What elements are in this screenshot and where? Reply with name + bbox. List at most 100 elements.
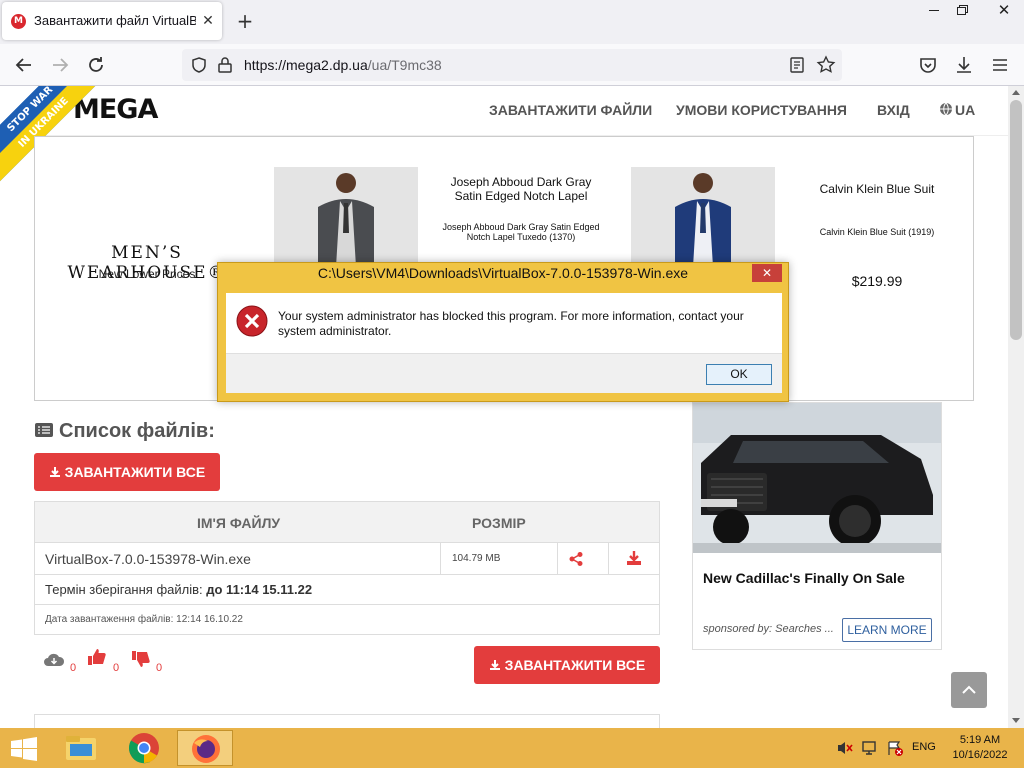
new-tab-icon[interactable]: +	[234, 10, 256, 32]
dialog-message: Your system administrator has blocked th…	[278, 309, 744, 338]
next-section-box	[34, 714, 660, 728]
dislikes-count: 0	[156, 662, 163, 674]
blue-suit-image[interactable]	[631, 167, 775, 267]
table-header: ІМ'Я ФАЙЛУ РОЗМІР	[35, 502, 659, 543]
clock-date: 10/16/2022	[952, 749, 1008, 761]
tracking-shield-icon[interactable]	[190, 56, 208, 74]
active-tab[interactable]: M Завантажити файл VirtualBox- ✕	[2, 2, 222, 40]
download-all-button-bottom[interactable]: ЗАВАНТАЖИТИ ВСЕ	[474, 646, 660, 684]
blocked-program-dialog: C:\Users\VM4\Downloads\VirtualBox-7.0.0-…	[217, 262, 789, 402]
product2-price: $219.99	[851, 273, 903, 289]
globe-icon	[939, 102, 953, 116]
retention-value: до 11:14 15.11.22	[206, 582, 313, 597]
product1-subtitle: Joseph Abboud Dark Gray Satin Edged Notc…	[442, 222, 600, 242]
dialog-close-button[interactable]: ✕	[752, 264, 782, 282]
nav-login[interactable]: ВХІД	[877, 102, 910, 118]
download-all-label: ЗАВАНТАЖИТИ ВСЕ	[504, 657, 646, 673]
file-size: 104.79 MB	[452, 553, 501, 564]
cloud-download-icon	[43, 652, 65, 668]
nav-terms-of-use[interactable]: УМОВИ КОРИСТУВАННЯ	[676, 102, 847, 118]
retention-text: Термін зберігання файлів: до 11:14 15.11…	[45, 582, 312, 597]
upload-date-row: Дата завантаження файлів: 12:14 16.10.22	[35, 605, 659, 635]
cadillac-ad[interactable]: New Cadillac's Finally On Sale sponsored…	[692, 402, 942, 650]
sponsor-text: sponsored by: Searches ...	[703, 623, 834, 635]
file-size-cell: 104.79 MB	[440, 543, 557, 575]
file-explorer-icon[interactable]	[54, 730, 110, 766]
close-window-icon[interactable]: ✕	[986, 0, 1022, 22]
forward-icon[interactable]	[48, 54, 72, 76]
download-icon	[626, 550, 642, 566]
thumbs-up-icon[interactable]	[87, 648, 107, 666]
upload-date: Дата завантаження файлів: 12:14 16.10.22	[45, 614, 243, 625]
cadillac-ad-title[interactable]: New Cadillac's Finally On Sale	[703, 569, 933, 588]
retention-label: Термін зберігання файлів:	[45, 582, 207, 597]
lock-icon[interactable]	[216, 56, 234, 74]
download-all-label: ЗАВАНТАЖИТИ ВСЕ	[64, 464, 206, 480]
url-text[interactable]: https://mega2.dp.ua/ua/T9mc38	[244, 57, 442, 73]
download-file-button[interactable]	[608, 543, 659, 575]
firefox-icon	[192, 735, 220, 763]
menu-hamburger-icon[interactable]	[988, 54, 1012, 76]
scroll-to-top-button[interactable]	[951, 672, 987, 708]
likes-count: 0	[113, 662, 120, 674]
dialog-footer: OK	[226, 353, 782, 393]
nav-upload-files[interactable]: ЗАВАНТАЖИТИ ФАЙЛИ	[489, 102, 652, 118]
downloads-count: 0	[70, 662, 77, 674]
scrollbar-thumb[interactable]	[1010, 100, 1022, 340]
retention-row: Термін зберігання файлів: до 11:14 15.11…	[35, 575, 659, 605]
file-table: ІМ'Я ФАЙЛУ РОЗМІР VirtualBox-7.0.0-15397…	[34, 501, 660, 635]
navigation-toolbar: https://mega2.dp.ua/ua/T9mc38	[0, 44, 1024, 86]
downloads-icon[interactable]	[952, 54, 976, 76]
system-clock[interactable]: 5:19 AM 10/16/2022	[944, 733, 1016, 763]
product2-title[interactable]: Calvin Klein Blue Suit	[797, 182, 957, 196]
error-icon	[236, 305, 268, 337]
tab-title: Завантажити файл VirtualBox-	[34, 13, 196, 28]
chrome-icon[interactable]	[116, 730, 172, 766]
site-header: MEGA ЗАВАНТАЖИТИ ФАЙЛИ УМОВИ КОРИСТУВАНН…	[0, 86, 1008, 136]
ok-button[interactable]: OK	[706, 364, 772, 385]
cadillac-image[interactable]	[693, 403, 941, 553]
dialog-body: Your system administrator has blocked th…	[226, 293, 782, 353]
input-language[interactable]: ENG	[912, 741, 936, 753]
dialog-title: C:\Users\VM4\Downloads\VirtualBox-7.0.0-…	[317, 265, 689, 281]
back-icon[interactable]	[12, 54, 36, 76]
product2-subtitle: Calvin Klein Blue Suit (1919)	[819, 227, 935, 237]
windows-taskbar: ENG 5:19 AM 10/16/2022	[0, 728, 1024, 768]
network-icon[interactable]	[861, 740, 879, 756]
share-button[interactable]	[557, 543, 608, 575]
column-header-size: РОЗМІР	[472, 515, 526, 531]
close-tab-icon[interactable]: ✕	[200, 13, 216, 29]
address-bar[interactable]: https://mega2.dp.ua/ua/T9mc38	[182, 49, 842, 81]
gray-suit-image[interactable]	[274, 167, 418, 267]
nav-language[interactable]: UA	[955, 102, 975, 118]
windows-start-icon[interactable]	[10, 737, 38, 761]
column-header-filename: ІМ'Я ФАЙЛУ	[197, 515, 281, 531]
thumbs-down-icon[interactable]	[131, 650, 151, 668]
file-name-link[interactable]: VirtualBox-7.0.0-153978-Win.exe	[45, 551, 251, 567]
product1-title[interactable]: Joseph Abboud Dark Gray Satin Edged Notc…	[441, 175, 601, 203]
reader-view-icon[interactable]	[788, 56, 806, 74]
table-row: VirtualBox-7.0.0-153978-Win.exe 104.79 M…	[35, 543, 659, 575]
action-center-flag-icon[interactable]	[886, 740, 904, 756]
file-list-heading: Список файлів:	[34, 420, 215, 443]
download-all-button-top[interactable]: ЗАВАНТАЖИТИ ВСЕ	[34, 453, 220, 491]
firefox-taskbar-button[interactable]	[177, 730, 233, 766]
download-icon	[49, 466, 61, 478]
mega-logo[interactable]: MEGA	[73, 94, 158, 125]
pocket-icon[interactable]	[916, 54, 940, 76]
url-host: https://mega2.dp.ua	[244, 57, 368, 73]
restore-window-icon[interactable]	[946, 0, 982, 22]
download-icon	[489, 659, 501, 671]
reload-icon[interactable]	[84, 54, 108, 76]
bookmark-star-icon[interactable]	[816, 55, 836, 75]
web-page: MEGA ЗАВАНТАЖИТИ ФАЙЛИ УМОВИ КОРИСТУВАНН…	[0, 86, 1008, 728]
share-icon	[568, 551, 584, 567]
tab-strip: M Завантажити файл VirtualBox- ✕ + ✕	[0, 0, 1024, 44]
list-icon	[34, 421, 54, 439]
learn-more-button[interactable]: LEARN MORE	[842, 618, 932, 642]
mega-favicon-icon: M	[11, 14, 26, 29]
volume-muted-icon[interactable]	[836, 740, 854, 756]
url-path: /ua/T9mc38	[367, 57, 442, 73]
file-list-title: Список файлів:	[59, 420, 215, 442]
clock-time: 5:19 AM	[959, 734, 1001, 746]
